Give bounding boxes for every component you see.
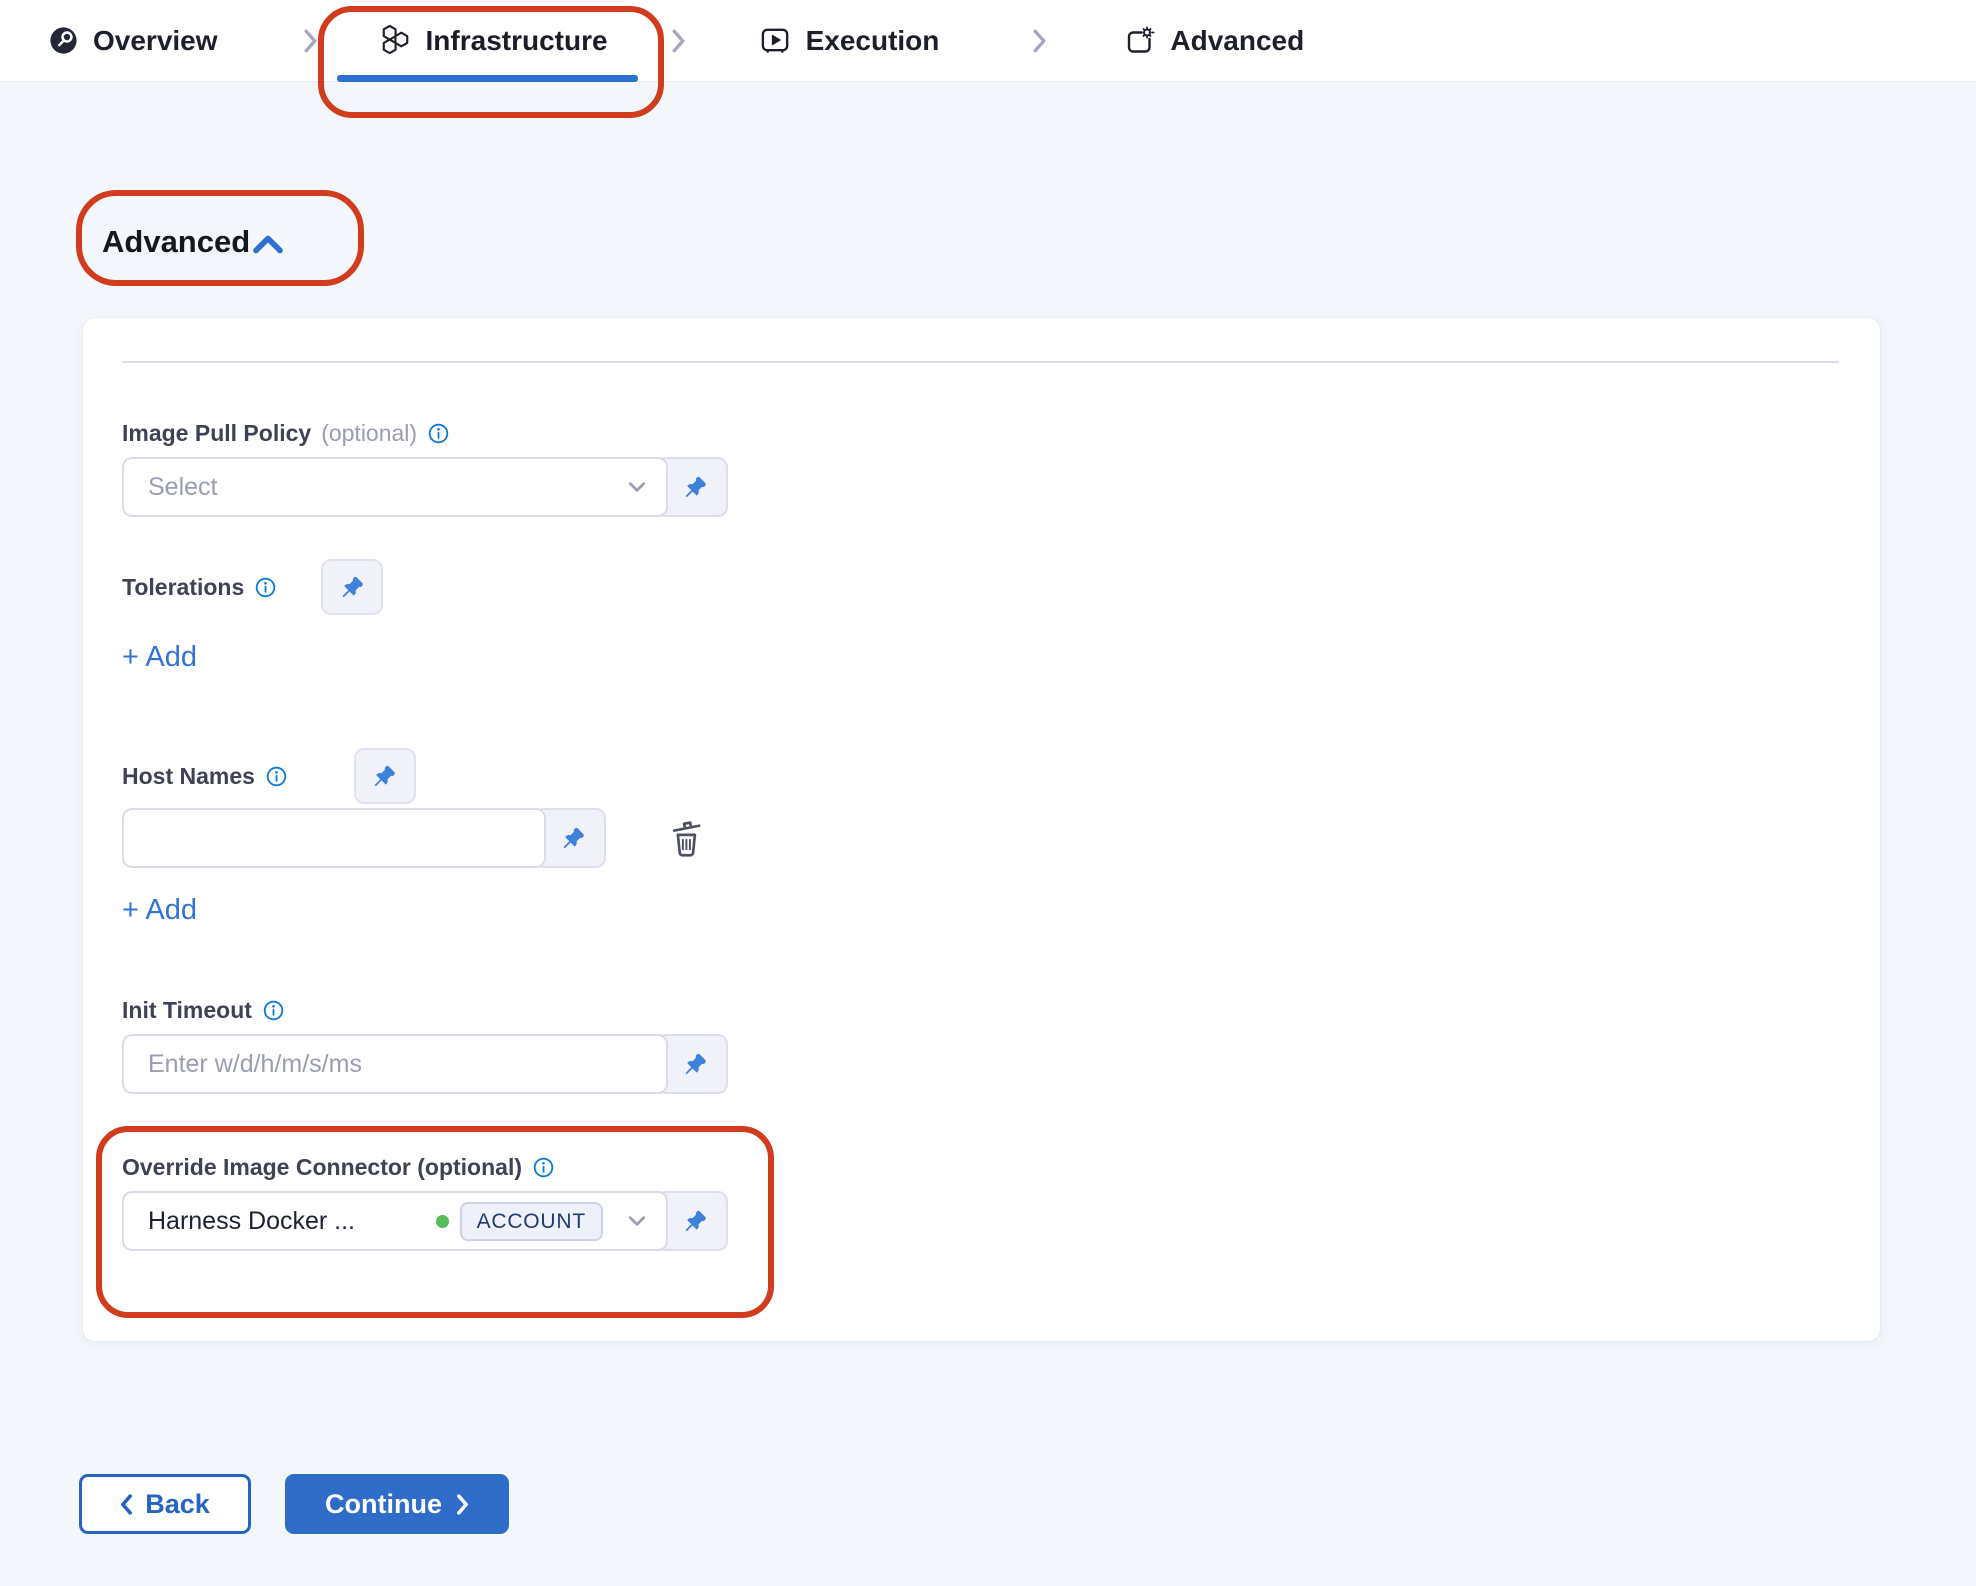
image-pull-policy-placeholder: Select	[148, 473, 614, 502]
tab-advanced-label: Advanced	[1170, 25, 1304, 57]
host-names-label: Host Names	[122, 763, 255, 790]
info-circle-icon[interactable]	[254, 576, 277, 599]
image-pull-policy-select[interactable]: Select	[122, 457, 668, 517]
tab-infrastructure[interactable]: Infrastructure	[379, 24, 608, 57]
tab-overview-label: Overview	[93, 25, 218, 57]
pipeline-stage-config-page: Overview Infrastructure Execution Advanc…	[0, 0, 1976, 1586]
override-image-connector-label-row: Override Image Connector (optional)	[122, 1154, 1840, 1181]
tolerations-label: Tolerations	[122, 574, 244, 601]
card-top-divider	[122, 361, 1839, 363]
advanced-section-title: Advanced	[102, 224, 250, 260]
chevron-right-icon	[456, 1494, 469, 1515]
pushpin-icon	[682, 1051, 709, 1078]
pushpin-icon	[339, 574, 366, 601]
image-pull-policy-field-row: Select	[122, 457, 1840, 517]
chevron-up-icon	[253, 235, 283, 254]
init-timeout-field-row	[122, 1034, 1840, 1094]
back-button[interactable]: Back	[79, 1474, 251, 1534]
init-timeout-input[interactable]	[148, 1050, 646, 1079]
init-timeout-input-wrap	[122, 1034, 668, 1094]
connector-scope-badge: ACCOUNT	[460, 1202, 603, 1241]
advanced-settings-card: Image Pull Policy (optional) Select Tole…	[83, 318, 1880, 1341]
active-tab-underline	[337, 75, 638, 82]
stage-tabs-bar: Overview Infrastructure Execution Advanc…	[0, 0, 1976, 82]
host-name-input-wrap	[122, 808, 546, 868]
image-pull-policy-label: Image Pull Policy	[122, 420, 311, 447]
info-circle-icon[interactable]	[265, 765, 288, 788]
info-circle-icon[interactable]	[262, 999, 285, 1022]
connector-name: Harness Docker ...	[148, 1207, 355, 1236]
override-image-connector-field-row: Harness Docker ... ACCOUNT	[122, 1191, 1840, 1251]
connector-meta: ACCOUNT	[436, 1202, 646, 1241]
chevron-down-icon	[628, 481, 646, 493]
host-names-add-link[interactable]: + Add	[122, 894, 197, 927]
chevron-left-icon	[120, 1494, 133, 1515]
chevron-right-icon	[1033, 29, 1046, 53]
init-timeout-label: Init Timeout	[122, 997, 252, 1024]
host-names-pin-button[interactable]	[354, 748, 416, 804]
infrastructure-hexagons-icon	[379, 24, 412, 57]
tab-execution-label: Execution	[806, 25, 940, 57]
chevron-right-icon	[672, 29, 685, 53]
pushpin-icon	[371, 763, 398, 790]
host-names-label-row: Host Names	[122, 748, 1840, 804]
image-pull-policy-label-row: Image Pull Policy (optional)	[122, 420, 1840, 447]
tolerations-label-row: Tolerations	[122, 559, 1840, 615]
tolerations-add-link[interactable]: + Add	[122, 641, 197, 674]
tab-overview[interactable]: Overview	[48, 25, 218, 57]
tab-infrastructure-label: Infrastructure	[426, 25, 608, 57]
advanced-section-toggle[interactable]: Advanced	[102, 222, 283, 262]
info-circle-icon[interactable]	[427, 422, 450, 445]
tab-execution[interactable]: Execution	[759, 24, 940, 57]
host-name-delete-button[interactable]	[670, 819, 704, 858]
back-button-label: Back	[145, 1489, 210, 1520]
execution-play-icon	[759, 24, 792, 57]
chevron-right-icon	[304, 29, 317, 53]
advanced-gear-icon	[1122, 24, 1156, 58]
overview-icon	[48, 25, 79, 56]
chevron-down-icon	[628, 1215, 646, 1227]
pushpin-icon	[682, 1208, 709, 1235]
connector-status-dot	[436, 1215, 449, 1228]
host-name-input[interactable]	[148, 824, 524, 853]
tolerations-pin-button[interactable]	[321, 559, 383, 615]
init-timeout-label-row: Init Timeout	[122, 997, 1840, 1024]
override-image-connector-select[interactable]: Harness Docker ... ACCOUNT	[122, 1191, 668, 1251]
tab-advanced[interactable]: Advanced	[1122, 24, 1304, 58]
continue-button-label: Continue	[325, 1489, 442, 1520]
trash-icon	[670, 819, 704, 858]
pushpin-icon	[560, 825, 587, 852]
continue-button[interactable]: Continue	[285, 1474, 509, 1534]
info-circle-icon[interactable]	[532, 1156, 555, 1179]
host-names-field-row	[122, 808, 1840, 868]
image-pull-policy-optional: (optional)	[321, 420, 417, 447]
override-image-connector-label: Override Image Connector (optional)	[122, 1154, 522, 1181]
pushpin-icon	[682, 474, 709, 501]
